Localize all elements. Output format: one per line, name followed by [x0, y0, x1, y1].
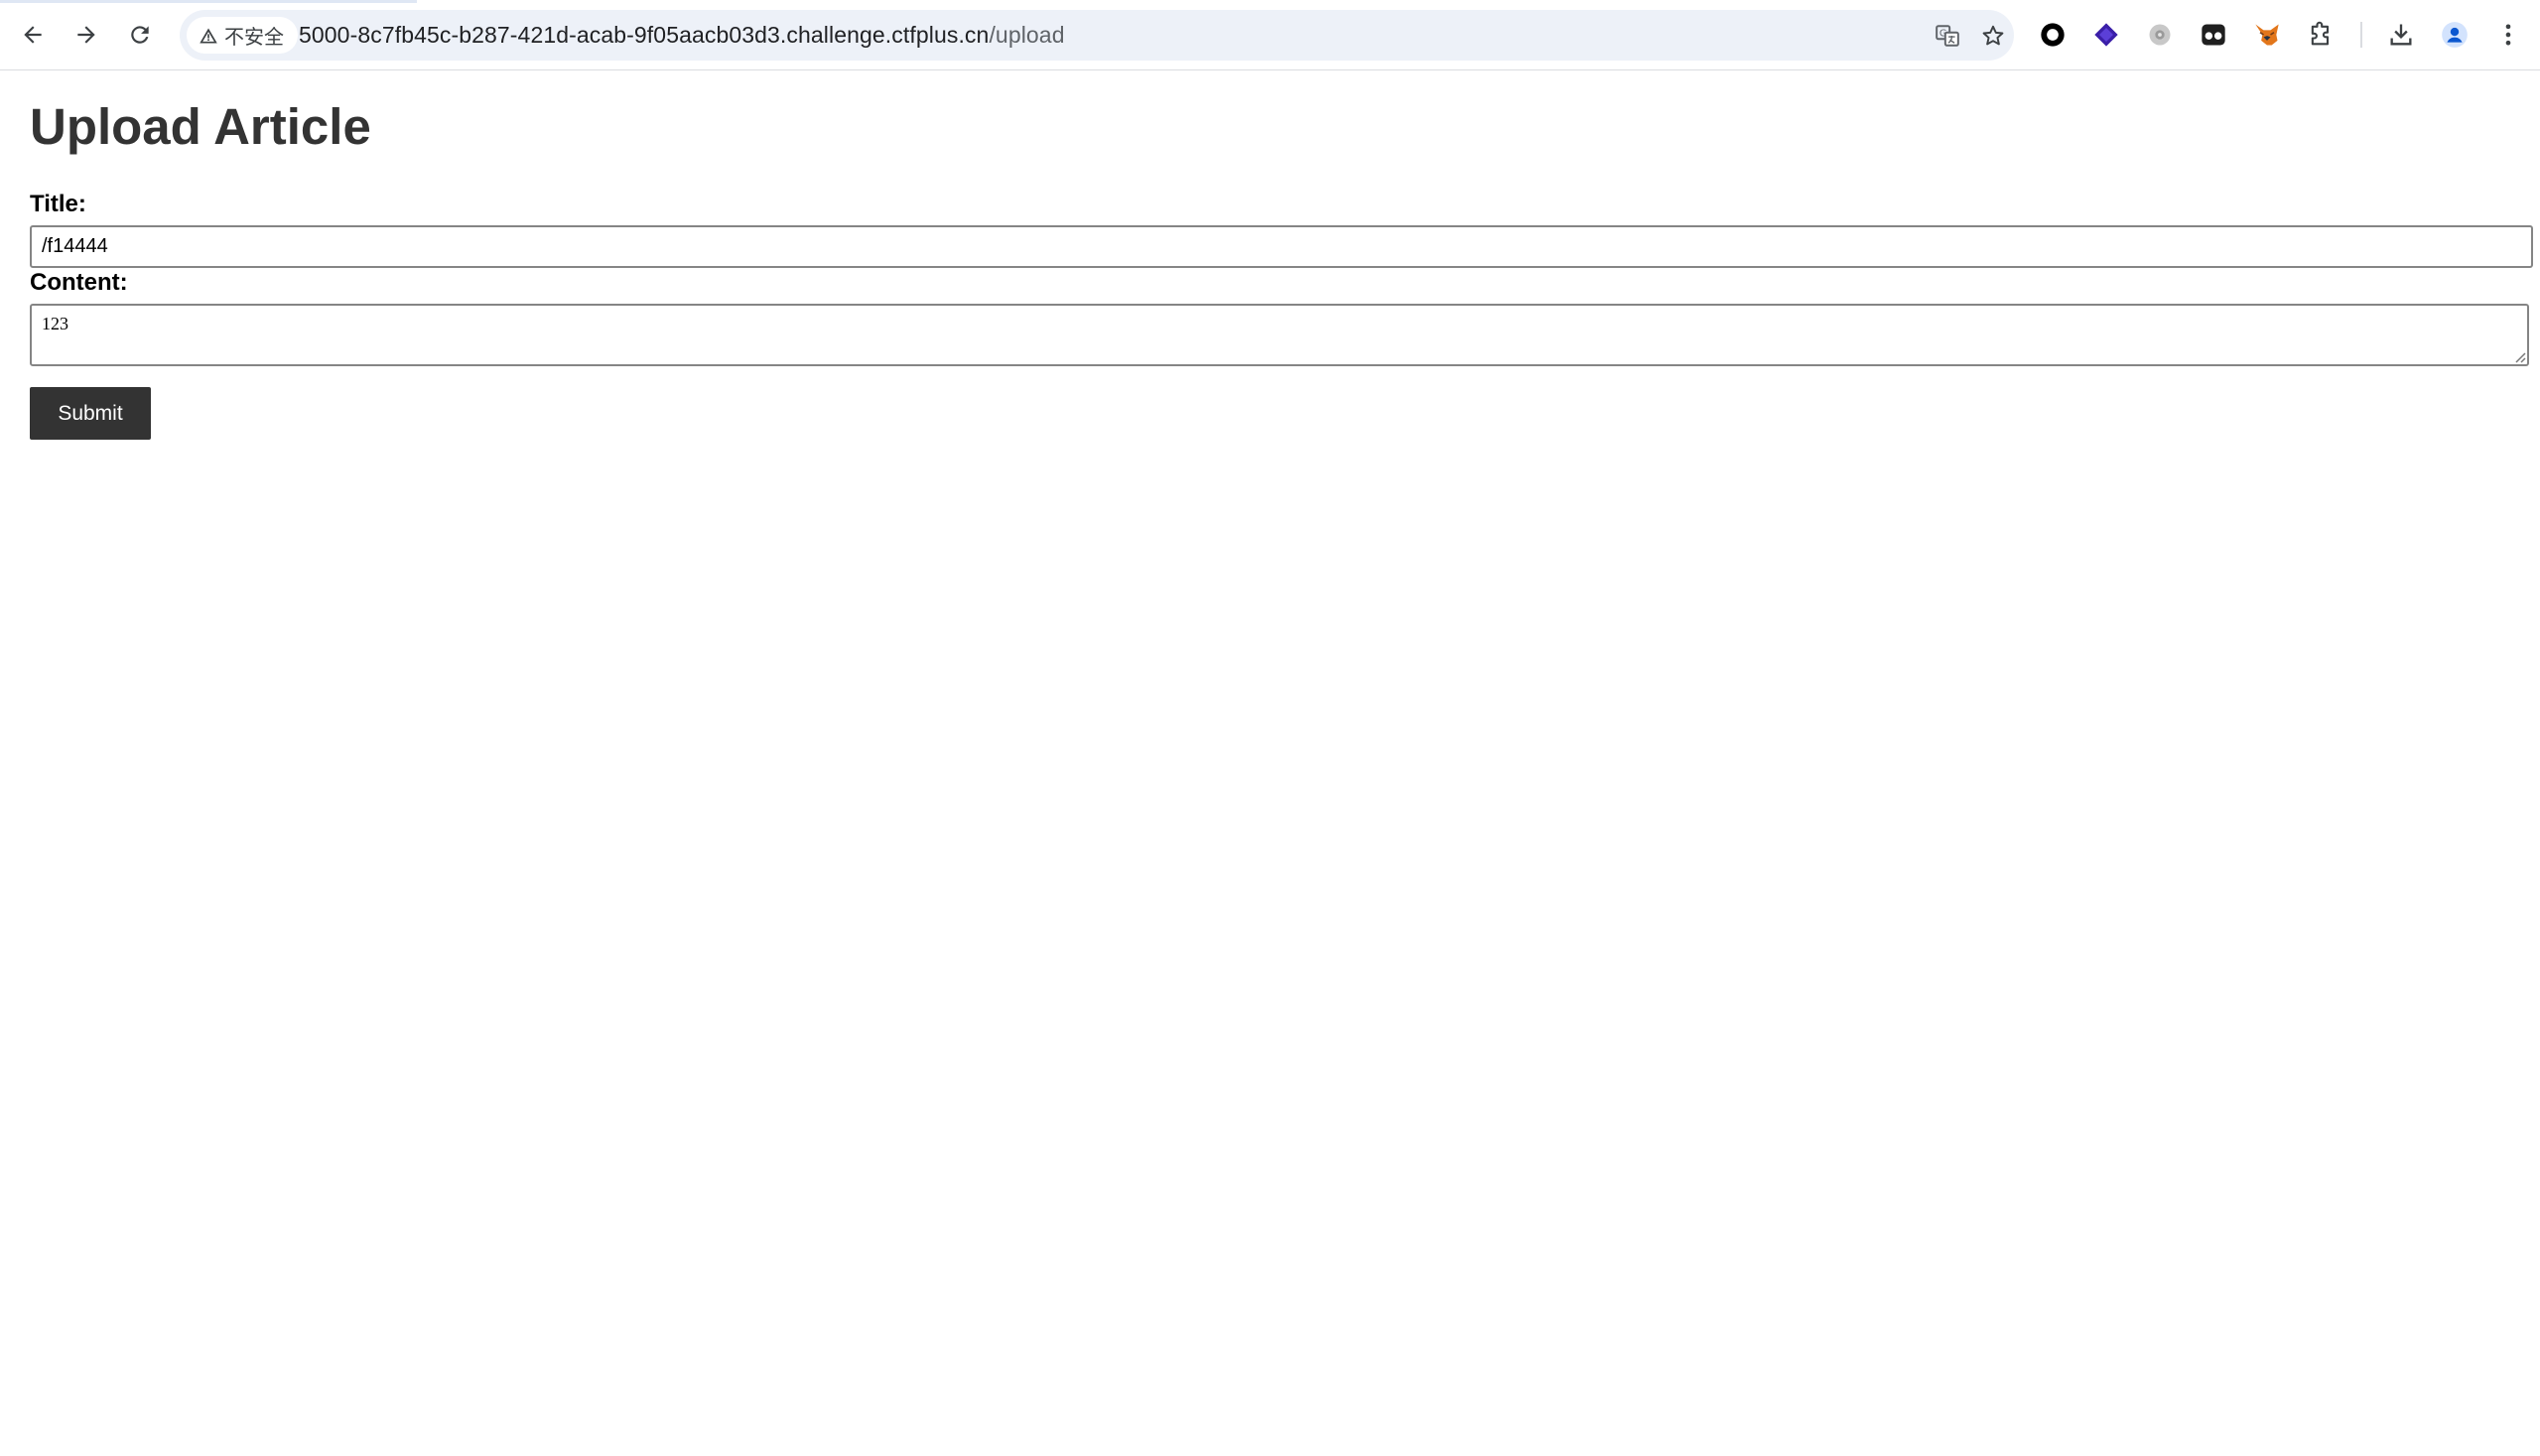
back-button[interactable] [12, 14, 54, 56]
title-input[interactable] [30, 225, 2533, 268]
url-text[interactable]: 5000-8c7fb45c-b287-421d-acab-9f05aacb03d… [299, 10, 1065, 61]
extension-circle-button[interactable] [2032, 14, 2073, 56]
extensions-menu-button[interactable] [2300, 14, 2341, 56]
address-bar[interactable]: 不安全 5000-8c7fb45c-b287-421d-acab-9f05aac… [180, 10, 2014, 61]
warning-triangle-icon [200, 28, 217, 43]
resize-handle-icon[interactable] [2512, 349, 2526, 363]
toolbar-divider [2360, 22, 2362, 48]
browser-toolbar: 不安全 5000-8c7fb45c-b287-421d-acab-9f05aac… [0, 0, 2540, 70]
page-content: Upload Article Title: Content: 123 Submi… [0, 71, 2540, 1456]
url-path: /upload [989, 22, 1065, 48]
submit-button[interactable]: Submit [30, 387, 151, 440]
translate-button[interactable]: G [1931, 19, 1964, 53]
arrow-right-icon [77, 26, 95, 44]
reload-button[interactable] [119, 14, 161, 56]
security-label: 不安全 [224, 27, 284, 49]
security-indicator[interactable]: 不安全 [187, 17, 298, 54]
download-icon [2390, 24, 2412, 46]
dark-glasses-extension-icon [2202, 24, 2225, 46]
extension-gray-button[interactable] [2139, 14, 2181, 56]
profile-button[interactable] [2434, 14, 2475, 56]
puzzle-icon [2311, 21, 2330, 46]
reload-icon [131, 26, 149, 44]
circle-extension-icon [2041, 23, 2065, 47]
downloads-button[interactable] [2380, 14, 2422, 56]
content-label: Content: [30, 269, 128, 296]
url-host: 5000-8c7fb45c-b287-421d-acab-9f05aacb03d… [299, 22, 990, 48]
profile-avatar-icon [2442, 22, 2468, 48]
forward-button[interactable] [66, 14, 107, 56]
page-title: Upload Article [30, 98, 371, 155]
browser-menu-button[interactable] [2487, 14, 2529, 56]
fox-extension-icon [2255, 24, 2279, 46]
extension-diamond-button[interactable] [2085, 14, 2127, 56]
translate-icon: G [1936, 25, 1959, 47]
title-label: Title: [30, 191, 86, 217]
kebab-menu-icon [2505, 24, 2511, 46]
bookmark-button[interactable] [1976, 19, 2010, 53]
tab-strip-accent [0, 0, 417, 3]
purple-diamond-extension-icon [2094, 23, 2118, 47]
gray-settings-extension-icon [2149, 24, 2171, 46]
content-textarea[interactable]: 123 [30, 304, 2529, 366]
extension-fox-button[interactable] [2246, 14, 2288, 56]
star-icon [1982, 25, 2004, 46]
extension-glasses-button[interactable] [2193, 14, 2234, 56]
arrow-left-icon [24, 26, 42, 44]
